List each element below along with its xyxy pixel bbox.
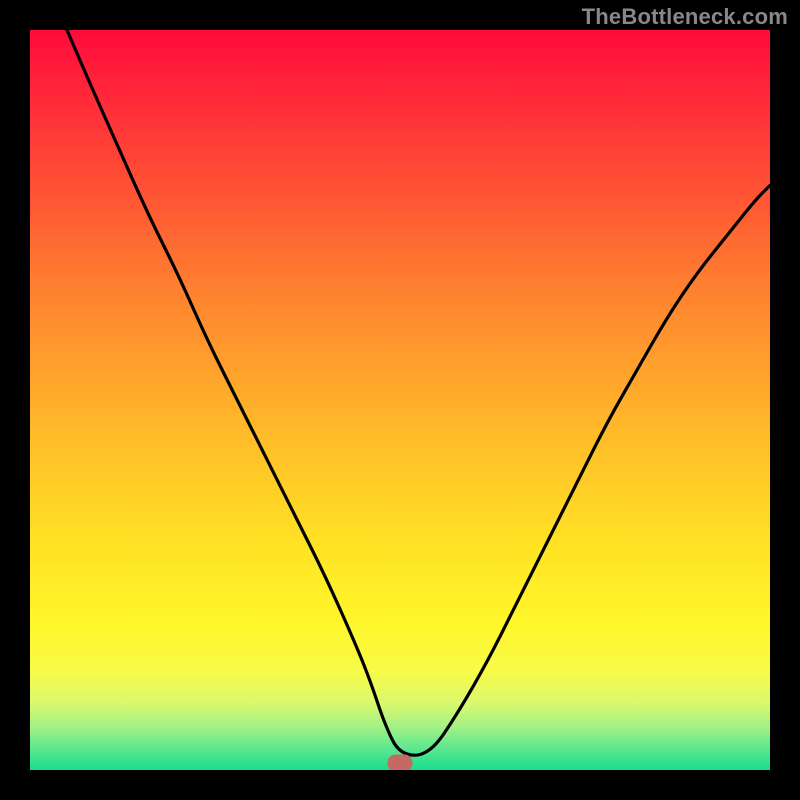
chart-frame: TheBottleneck.com	[0, 0, 800, 800]
curve-svg	[30, 30, 770, 770]
minimum-marker	[388, 754, 413, 770]
plot-area	[30, 30, 770, 770]
bottleneck-curve	[67, 30, 770, 755]
watermark-text: TheBottleneck.com	[582, 4, 788, 30]
